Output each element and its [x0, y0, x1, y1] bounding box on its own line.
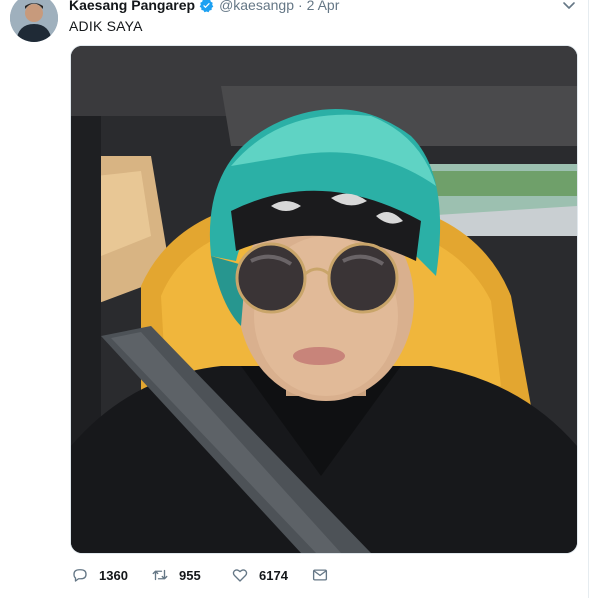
- reply-icon: [73, 569, 87, 582]
- tweet-date[interactable]: 2 Apr: [307, 0, 340, 13]
- message-icon: [312, 569, 328, 581]
- like-button[interactable]: 6174: [231, 566, 311, 584]
- chevron-down-icon[interactable]: [561, 0, 577, 14]
- like-icon: [232, 569, 248, 582]
- tweet-photo[interactable]: [70, 45, 578, 554]
- separator-dot: ·: [298, 0, 303, 13]
- reply-count: 1360: [99, 567, 128, 583]
- author-avatar[interactable]: [10, 0, 58, 42]
- direct-message-button[interactable]: [311, 566, 339, 584]
- retweet-icon: [152, 569, 168, 581]
- avatar-image: [10, 0, 58, 42]
- retweet-button[interactable]: 955: [151, 566, 231, 584]
- like-count: 6174: [259, 567, 288, 583]
- reply-button[interactable]: 1360: [71, 566, 151, 584]
- author-name[interactable]: Kaesang Pangarep: [69, 0, 195, 13]
- selfie-photo-image: [71, 46, 577, 553]
- retweet-count: 955: [179, 567, 201, 583]
- author-handle[interactable]: @kaesangp: [219, 0, 294, 13]
- tweet-actions: 1360 955 6174: [71, 566, 339, 584]
- tweet-text: ADIK SAYA: [69, 18, 143, 34]
- verified-badge-icon: [199, 0, 214, 13]
- tweet-header: Kaesang Pangarep @kaesangp · 2 Apr: [69, 0, 339, 14]
